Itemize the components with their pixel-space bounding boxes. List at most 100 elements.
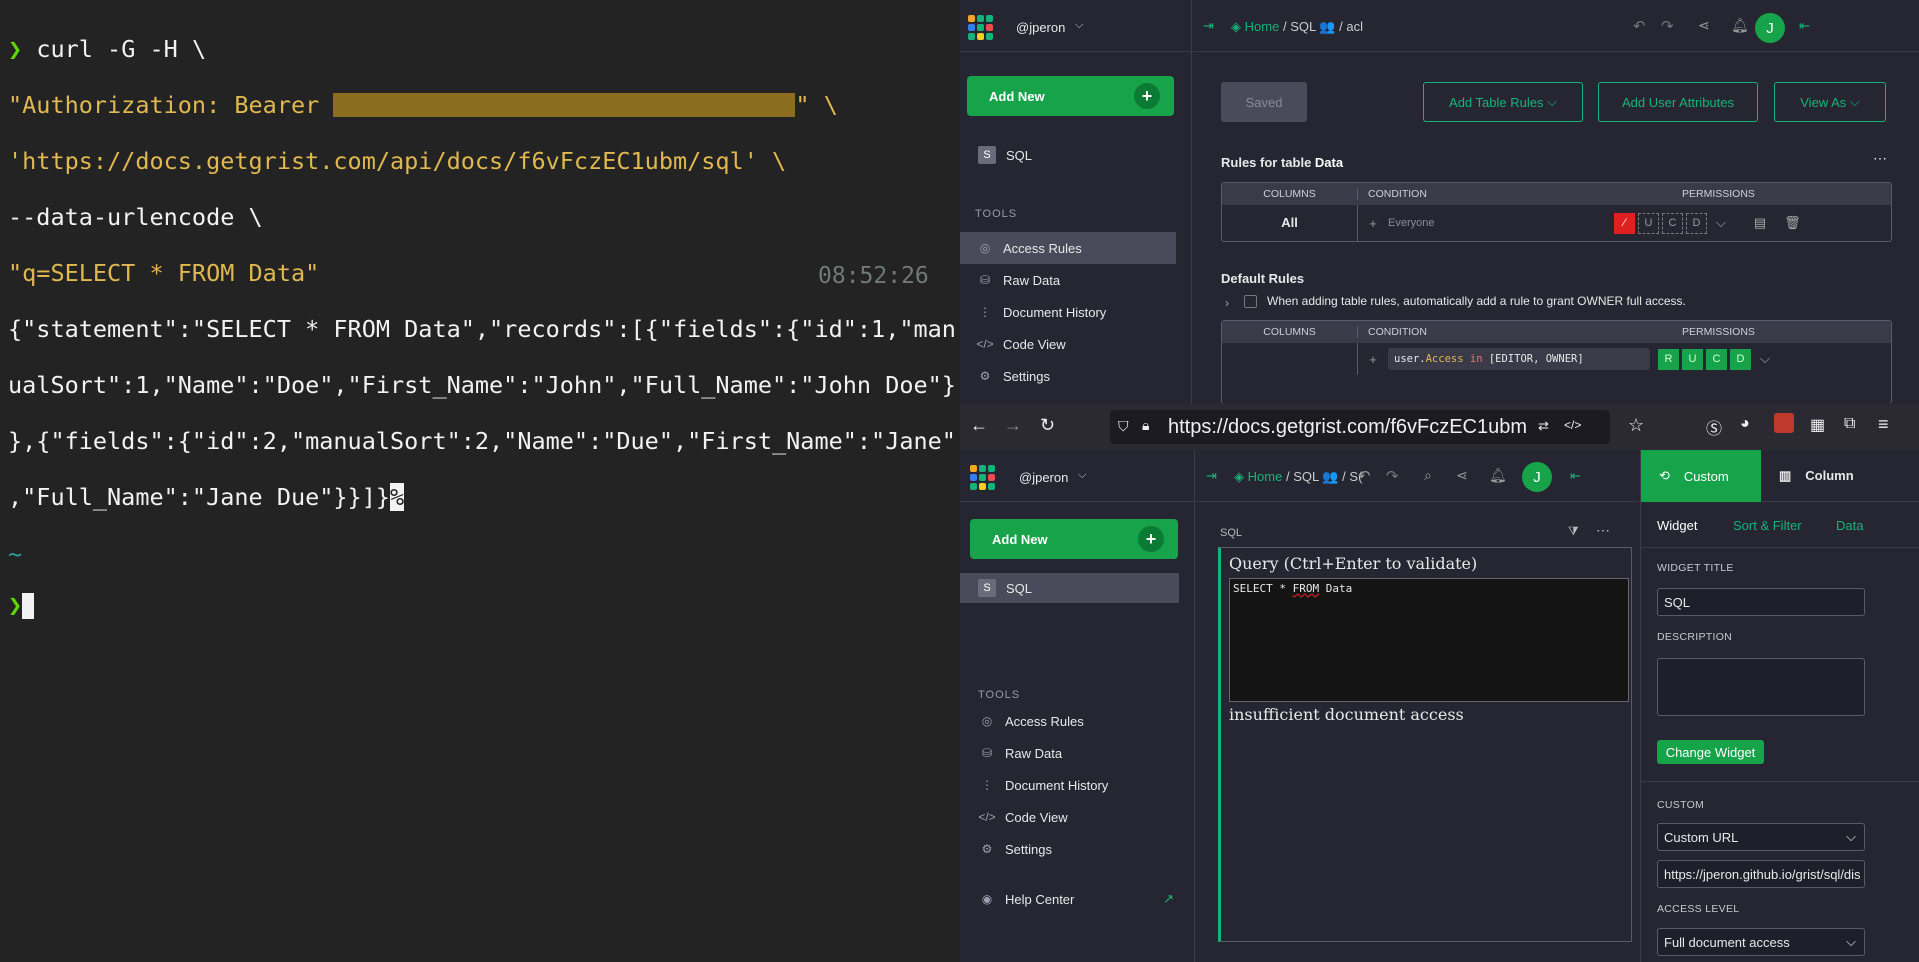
tool-document-history[interactable]: ⋮ Document History <box>960 296 1176 328</box>
breadcrumb-doc[interactable]: SQL <box>1293 469 1319 484</box>
eye-icon: ◎ <box>979 241 991 255</box>
trash-icon[interactable]: 🗑︎ <box>1784 215 1801 231</box>
chevron-down-icon[interactable]: ⌵ <box>1078 469 1086 482</box>
columns-all[interactable]: All <box>1222 205 1358 241</box>
more-icon[interactable]: ⋯ <box>1596 522 1610 539</box>
select-value: Full document access <box>1664 934 1790 950</box>
extension-qr-icon[interactable]: ▦ <box>1810 415 1825 435</box>
help-center-link[interactable]: ◉ Help Center ↗ <box>962 883 1178 915</box>
chevron-right-icon[interactable]: › <box>1225 296 1229 310</box>
tool-access-rules[interactable]: ◎ Access Rules <box>960 232 1176 264</box>
avatar[interactable]: J <box>1755 13 1785 43</box>
redo-icon[interactable]: ↷ <box>1661 17 1674 35</box>
add-new-button[interactable]: Add New + <box>967 76 1174 116</box>
permission-create[interactable]: C <box>1662 212 1683 234</box>
permission-update[interactable]: U <box>1682 348 1703 370</box>
permission-read[interactable]: R <box>1658 348 1679 370</box>
formula-part: Access <box>1425 353 1464 365</box>
view-as-button[interactable]: View As ⌵ <box>1774 82 1886 122</box>
right-panel-toggle-icon[interactable]: ⇤ <box>1570 468 1581 484</box>
extension-badge-icon[interactable] <box>1774 413 1794 433</box>
add-new-button[interactable]: Add New + <box>970 519 1178 559</box>
breadcrumb-doc[interactable]: SQL <box>1290 19 1316 34</box>
permission-read-denied[interactable]: ⁄ <box>1614 212 1635 234</box>
add-table-rules-button[interactable]: Add Table Rules ⌵ <box>1423 82 1583 122</box>
permission-update[interactable]: U <box>1638 212 1659 234</box>
tool-document-history[interactable]: ⋮ Document History <box>962 769 1178 801</box>
tool-code-view[interactable]: </> Code View <box>962 801 1178 833</box>
description-textarea[interactable] <box>1657 658 1865 716</box>
chevron-down-icon[interactable]: ⌵ <box>1760 351 1770 367</box>
custom-widget-frame[interactable]: Query (Ctrl+Enter to validate) SELECT * … <box>1218 547 1632 942</box>
bell-icon[interactable]: 🔔︎ <box>1489 467 1507 484</box>
extension-s-icon[interactable]: Ⓢ <box>1706 415 1722 439</box>
users-icon: 👥 <box>1319 19 1336 34</box>
saved-button[interactable]: Saved <box>1221 82 1307 122</box>
code-icon[interactable]: </> <box>1564 418 1581 432</box>
add-user-attributes-button[interactable]: Add User Attributes <box>1598 82 1758 122</box>
undo-icon[interactable]: ↶ <box>1358 467 1371 485</box>
tool-access-rules[interactable]: ◎ Access Rules <box>962 705 1178 737</box>
tab-column[interactable]: ▥ Column <box>1761 450 1919 502</box>
undo-icon[interactable]: ↶ <box>1633 17 1646 35</box>
chevron-down-icon[interactable]: ⌵ <box>1716 215 1726 231</box>
page-item-sql[interactable]: S SQL <box>960 140 1192 170</box>
sort-filter-icon[interactable]: ⧩ <box>1568 524 1579 539</box>
shield-icon[interactable]: ⛉ <box>1118 418 1129 435</box>
panel-toggle-icon[interactable]: ⇥ <box>1206 468 1217 484</box>
panel-toggle-icon[interactable]: ⇥ <box>1203 18 1214 34</box>
subtab-data[interactable]: Data <box>1836 518 1863 533</box>
share-icon[interactable]: ⋖ <box>1698 17 1710 34</box>
database-icon: ⛁ <box>981 746 993 760</box>
avatar[interactable]: J <box>1522 462 1552 492</box>
tool-code-view[interactable]: </> Code View <box>960 328 1176 360</box>
extension-glasses-icon[interactable]: ◕ <box>1740 415 1750 433</box>
tool-settings[interactable]: ⚙ Settings <box>962 833 1178 865</box>
permission-create[interactable]: C <box>1706 348 1727 370</box>
forward-icon[interactable]: → <box>1004 415 1022 436</box>
reload-icon[interactable]: ↻ <box>1040 415 1055 436</box>
condition-formula[interactable]: user. Access in [EDITOR, OWNER] <box>1388 348 1650 370</box>
access-level-select[interactable]: Full document access ⌵ <box>1657 928 1865 956</box>
terminal-window[interactable]: ❯ curl -G -H \ "Authorization: Bearer " … <box>0 0 960 962</box>
condition-placeholder[interactable]: Everyone <box>1388 217 1614 229</box>
custom-select[interactable]: Custom URL ⌵ <box>1657 823 1865 851</box>
url-text[interactable]: https://docs.getgrist.com/f6vFczEC1ubm <box>1168 416 1530 439</box>
search-icon[interactable]: ⌕ <box>1424 467 1432 484</box>
breadcrumb-home[interactable]: Home <box>1245 19 1280 34</box>
query-heading: Query (Ctrl+Enter to validate) <box>1229 554 1478 573</box>
lock-icon[interactable]: 🔒︎ <box>1142 417 1149 434</box>
url-bar[interactable]: ⛉ 🔒︎ https://docs.getgrist.com/f6vFczEC1… <box>1110 410 1610 444</box>
permission-delete[interactable]: D <box>1730 348 1751 370</box>
bookmark-star-icon[interactable]: ☆ <box>1628 415 1644 436</box>
change-widget-button[interactable]: Change Widget <box>1657 740 1764 764</box>
permission-delete[interactable]: D <box>1686 212 1707 234</box>
page-item-sql[interactable]: S SQL <box>960 573 1179 603</box>
widget-title-input[interactable]: SQL <box>1657 588 1865 616</box>
translate-icon[interactable]: ⇄ <box>1538 418 1549 434</box>
org-name[interactable]: @jperon <box>1019 470 1068 485</box>
memo-icon[interactable]: ▤ <box>1754 215 1766 231</box>
subtab-sort-filter[interactable]: Sort & Filter <box>1733 518 1802 533</box>
query-textarea[interactable]: SELECT * FROM Data <box>1229 578 1629 702</box>
custom-url-input[interactable]: https://jperon.github.io/grist/sql/dis <box>1657 860 1865 888</box>
add-rule-icon[interactable]: + <box>1358 216 1388 231</box>
right-panel-toggle-icon[interactable]: ⇤ <box>1799 18 1810 34</box>
tool-raw-data[interactable]: ⛁ Raw Data <box>960 264 1176 296</box>
menu-icon[interactable]: ≡ <box>1878 414 1889 435</box>
redo-icon[interactable]: ↷ <box>1386 467 1399 485</box>
extensions-puzzle-icon[interactable]: ⧉ <box>1844 415 1855 433</box>
default-rules-checkbox[interactable] <box>1244 295 1257 308</box>
more-icon[interactable]: ⋯ <box>1873 150 1887 167</box>
tool-raw-data[interactable]: ⛁ Raw Data <box>962 737 1178 769</box>
bell-icon[interactable]: 🔔︎ <box>1731 17 1749 34</box>
back-icon[interactable]: ← <box>970 415 988 436</box>
share-icon[interactable]: ⋖ <box>1456 467 1468 484</box>
breadcrumb-home[interactable]: Home <box>1248 469 1283 484</box>
tab-custom[interactable]: ⟲ Custom <box>1641 450 1761 502</box>
subtab-widget[interactable]: Widget <box>1657 518 1697 533</box>
add-rule-icon[interactable]: + <box>1358 352 1388 367</box>
org-name[interactable]: @jperon <box>1016 20 1065 35</box>
tool-settings[interactable]: ⚙ Settings <box>960 360 1176 392</box>
chevron-down-icon[interactable]: ⌵ <box>1075 19 1083 32</box>
